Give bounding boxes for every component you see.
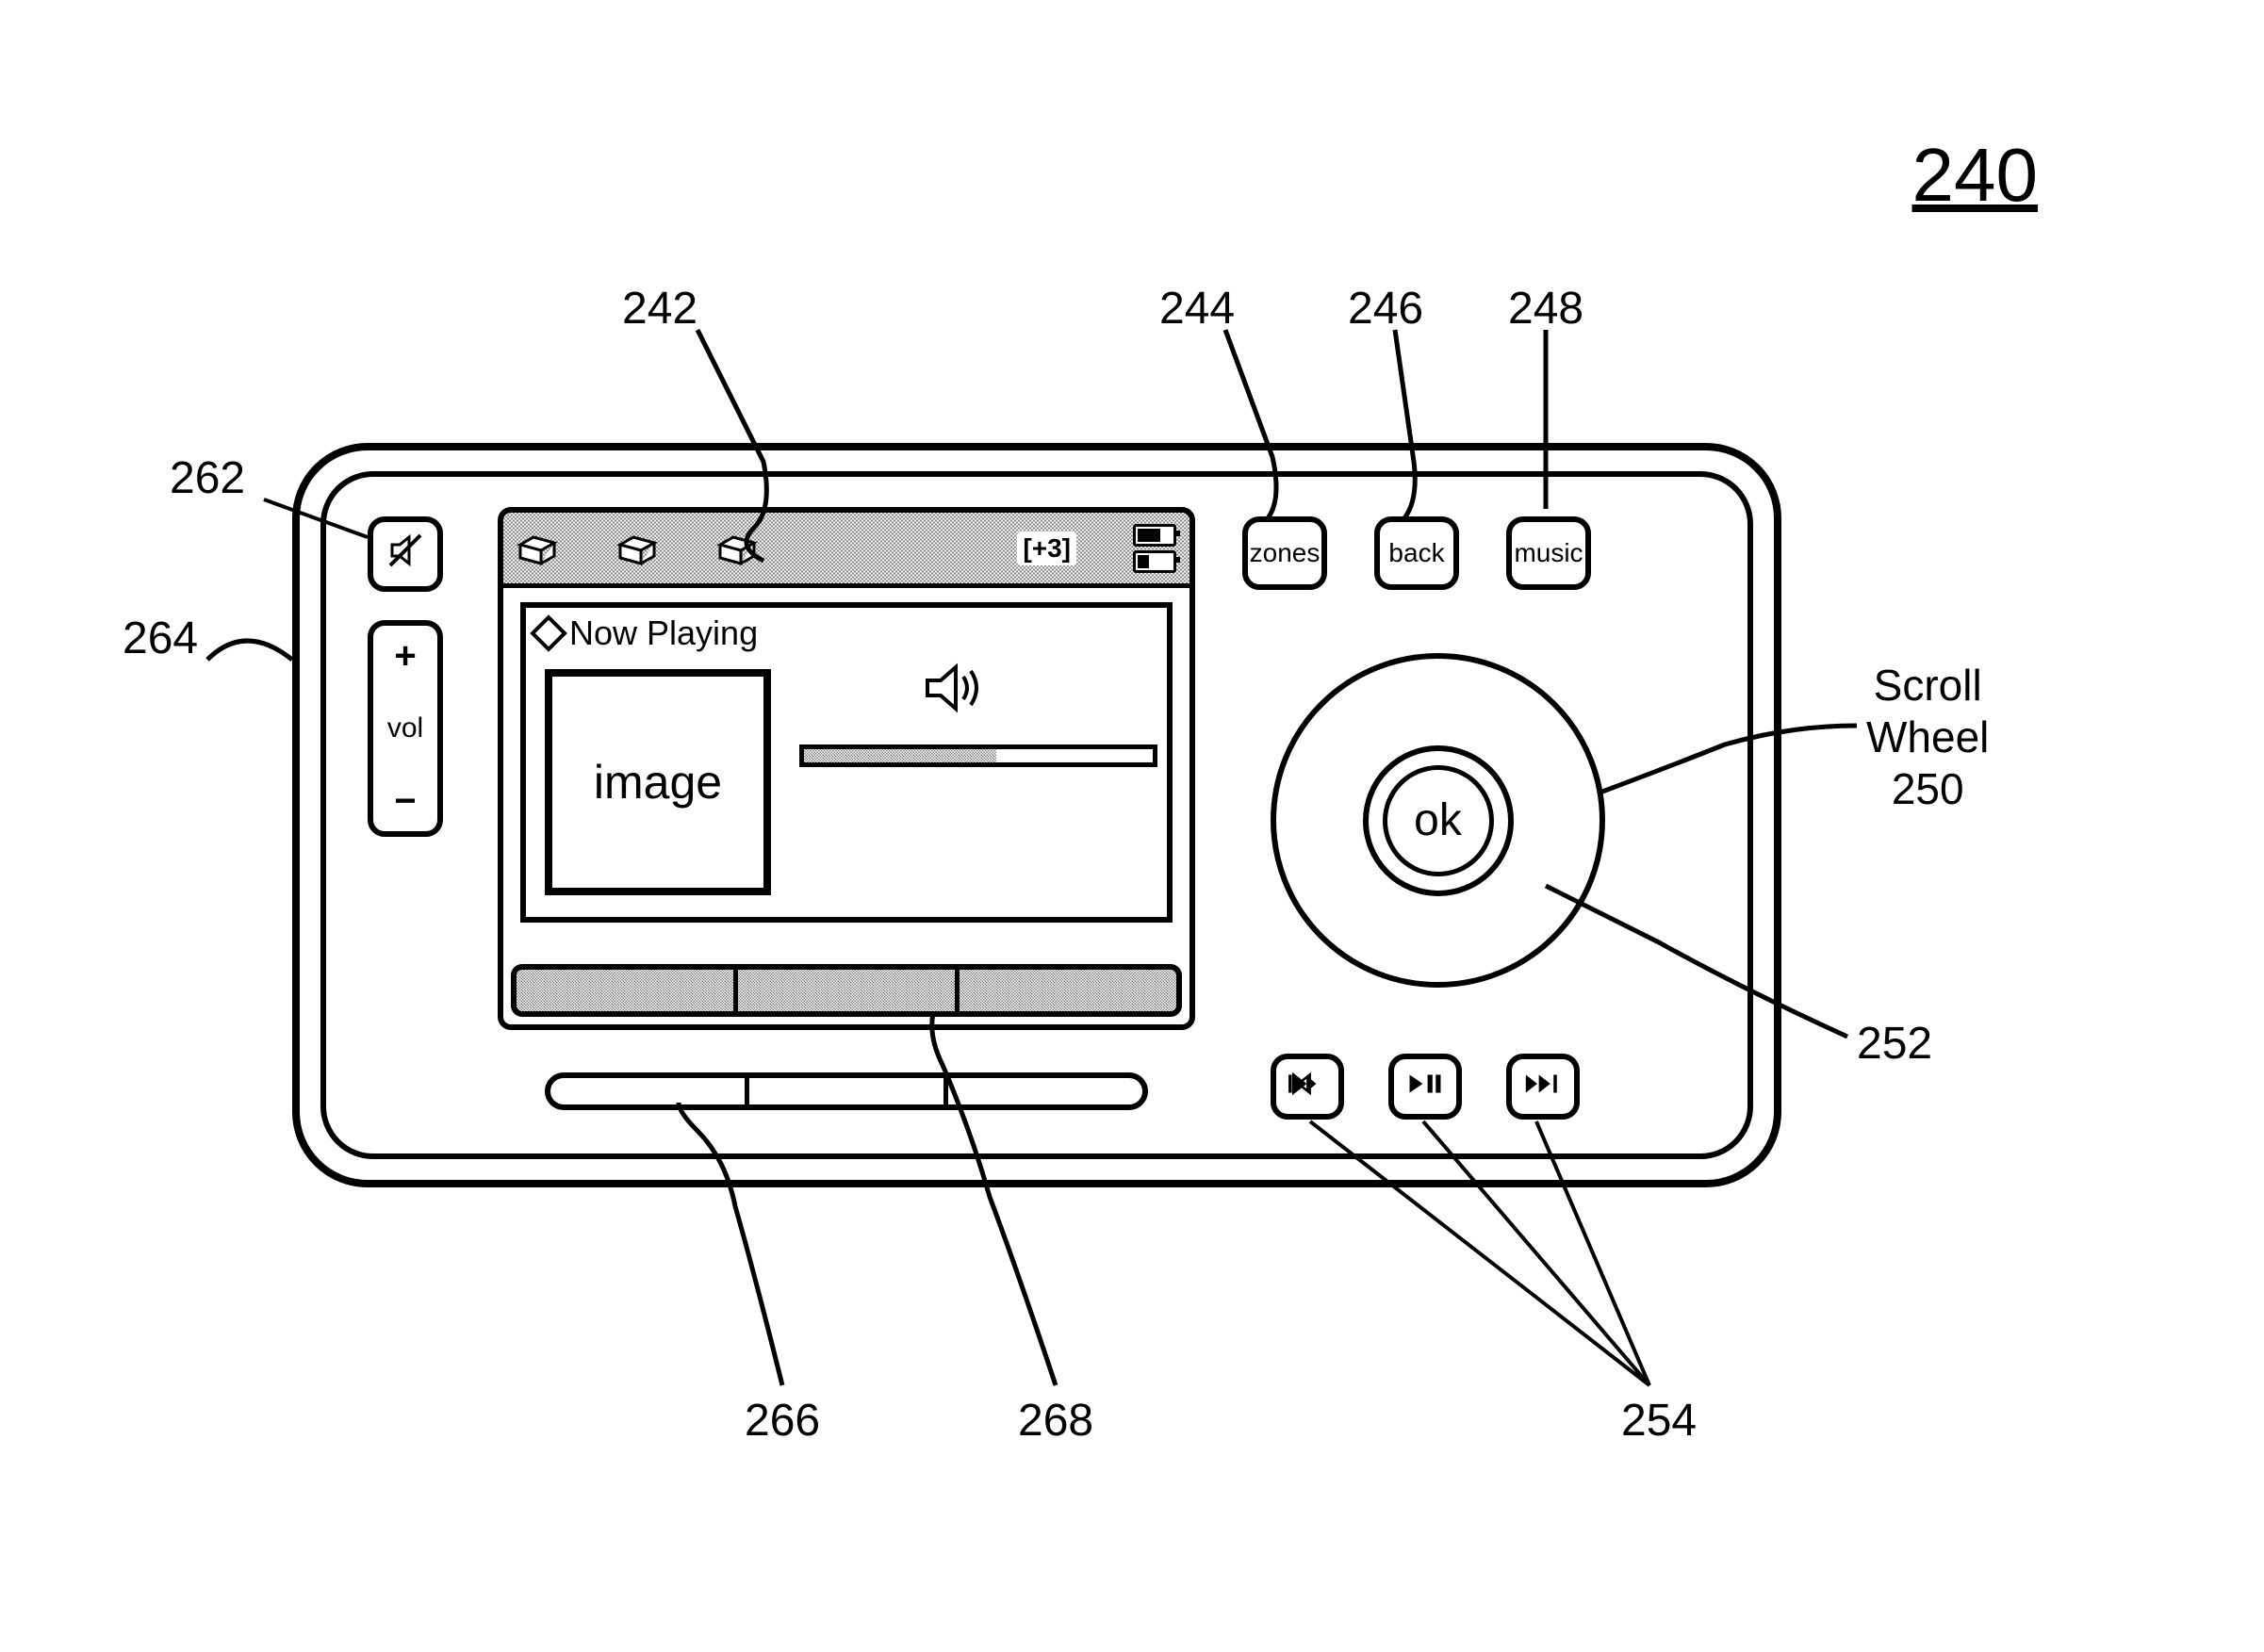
battery-icon xyxy=(1133,550,1176,573)
music-button[interactable]: music xyxy=(1506,516,1591,590)
battery-status xyxy=(1133,524,1176,573)
skip-forward-icon xyxy=(1522,1071,1564,1103)
ref-246: 246 xyxy=(1348,283,1423,335)
back-button-label: back xyxy=(1388,538,1444,568)
next-track-button[interactable] xyxy=(1506,1054,1580,1120)
zones-button[interactable]: zones xyxy=(1242,516,1327,590)
now-playing-panel: Now Playing image xyxy=(520,602,1173,923)
device-body: + vol − zones back music ok xyxy=(292,443,1781,1187)
screen-titlebar: [+3] xyxy=(503,513,1189,588)
back-button[interactable]: back xyxy=(1374,516,1459,590)
softkey-bar[interactable] xyxy=(545,1072,1148,1110)
now-playing-title: Now Playing xyxy=(526,608,1167,659)
skip-back-icon xyxy=(1287,1071,1328,1103)
ref-248: 248 xyxy=(1508,283,1583,335)
volume-label: vol xyxy=(387,712,423,744)
ok-button-ring: ok xyxy=(1363,745,1514,896)
previous-track-button[interactable] xyxy=(1271,1054,1344,1120)
ref-244: 244 xyxy=(1159,283,1235,335)
zone-box-icon xyxy=(517,530,560,567)
ref-242: 242 xyxy=(622,283,697,335)
softkey-3[interactable] xyxy=(948,1078,1142,1104)
zone-box-icon xyxy=(716,530,760,567)
music-button-label: music xyxy=(1514,538,1583,568)
diamond-icon xyxy=(530,614,567,652)
zones-button-label: zones xyxy=(1250,538,1321,568)
figure-number: 240 xyxy=(1912,132,2038,219)
speaker-icon xyxy=(922,660,988,716)
play-pause-button[interactable] xyxy=(1388,1054,1462,1120)
volume-down[interactable]: − xyxy=(394,782,416,820)
ok-button[interactable]: ok xyxy=(1383,765,1494,876)
soft-label-1 xyxy=(517,970,738,1011)
mute-icon xyxy=(386,532,424,577)
soft-label-3 xyxy=(960,970,1176,1011)
ref-262: 262 xyxy=(170,452,245,504)
ok-button-label: ok xyxy=(1414,794,1462,846)
ref-264: 264 xyxy=(123,613,198,664)
softkey-2[interactable] xyxy=(749,1078,948,1104)
album-art-placeholder: image xyxy=(545,669,771,895)
ref-254: 254 xyxy=(1621,1395,1697,1447)
mute-button[interactable] xyxy=(368,516,443,592)
volume-rocker[interactable]: + vol − xyxy=(368,620,443,837)
ref-268: 268 xyxy=(1018,1395,1093,1447)
zone-box-icon xyxy=(616,530,660,567)
ref-252: 252 xyxy=(1857,1018,1932,1070)
ref-250: Scroll Wheel 250 xyxy=(1866,660,1989,816)
progress-bar xyxy=(799,744,1157,767)
lcd-screen: [+3] Now Playing image xyxy=(498,507,1195,1030)
battery-icon xyxy=(1133,524,1176,547)
softkey-1[interactable] xyxy=(550,1078,749,1104)
soft-label-2 xyxy=(738,970,960,1011)
ref-266: 266 xyxy=(745,1395,820,1447)
titlebar-counter: [+3] xyxy=(1017,532,1076,565)
volume-up[interactable]: + xyxy=(394,637,416,675)
play-pause-icon xyxy=(1404,1071,1446,1103)
screen-softkey-strip xyxy=(511,964,1182,1017)
scroll-wheel[interactable]: ok xyxy=(1271,653,1605,988)
